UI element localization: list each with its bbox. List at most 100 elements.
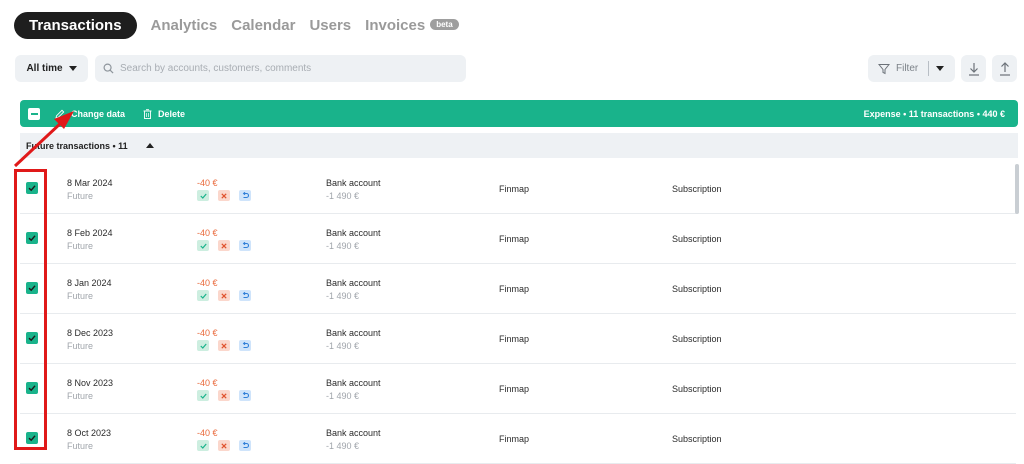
- annotation-highlight-box: [14, 169, 47, 450]
- repeat-button[interactable]: [239, 340, 251, 351]
- delete-button[interactable]: Delete: [143, 109, 185, 119]
- search-icon: [103, 63, 114, 74]
- upload-button[interactable]: [992, 55, 1017, 82]
- row-account: Bank account: [326, 178, 381, 188]
- row-balance: -1 490 €: [326, 391, 360, 401]
- row-date: 8 Feb 2024: [67, 228, 113, 238]
- search-input[interactable]: Search by accounts, customers, comments: [95, 55, 466, 82]
- row-amount: -40 €: [197, 178, 218, 188]
- row-amount: -40 €: [197, 228, 218, 238]
- scrollbar[interactable]: [1015, 164, 1019, 214]
- selection-summary: Expense • 11 transactions • 440 €: [863, 108, 1005, 119]
- table-row[interactable]: 8 Nov 2023 Future -40 € Bank account -1 …: [20, 364, 1016, 414]
- row-status: Future: [67, 391, 94, 401]
- row-amount: -40 €: [197, 428, 218, 438]
- table-row[interactable]: 8 Dec 2023 Future -40 € Bank account -1 …: [20, 314, 1016, 364]
- row-balance: -1 490 €: [326, 241, 360, 251]
- select-all-checkbox[interactable]: [28, 107, 40, 120]
- trash-icon: [143, 108, 152, 119]
- repeat-button[interactable]: [239, 440, 251, 451]
- repeat-button[interactable]: [239, 190, 251, 201]
- confirm-button[interactable]: [197, 190, 209, 201]
- filter-label: Filter: [896, 63, 919, 74]
- reject-button[interactable]: [218, 440, 230, 451]
- transactions-list: 8 Mar 2024 Future -40 € Bank account -1 …: [20, 164, 1016, 464]
- undo-icon: [242, 192, 249, 199]
- undo-icon: [242, 392, 249, 399]
- reject-button[interactable]: [218, 390, 230, 401]
- undo-icon: [242, 442, 249, 449]
- search-placeholder: Search by accounts, customers, comments: [120, 63, 312, 74]
- tab-users[interactable]: Users: [309, 17, 351, 34]
- chevron-down-icon[interactable]: [936, 66, 945, 71]
- table-row[interactable]: 8 Jan 2024 Future -40 € Bank account -1 …: [20, 264, 1016, 314]
- table-row[interactable]: 8 Mar 2024 Future -40 € Bank account -1 …: [20, 164, 1016, 214]
- filter-divider: [928, 61, 930, 76]
- check-icon: [199, 193, 207, 199]
- download-icon: [968, 62, 979, 76]
- row-amount: -40 €: [197, 378, 218, 388]
- table-row[interactable]: 8 Oct 2023 Future -40 € Bank account -1 …: [20, 414, 1016, 464]
- check-icon: [199, 393, 207, 399]
- row-status: Future: [67, 241, 94, 251]
- reject-button[interactable]: [218, 290, 230, 301]
- row-date: 8 Nov 2023: [67, 378, 114, 388]
- tab-analytics[interactable]: Analytics: [151, 17, 218, 34]
- check-icon: [199, 343, 207, 349]
- reject-button[interactable]: [218, 340, 230, 351]
- group-header-future[interactable]: Future transactions • 11: [20, 133, 1018, 158]
- tab-calendar[interactable]: Calendar: [231, 17, 295, 34]
- change-data-button[interactable]: Change data: [55, 109, 125, 119]
- bulk-action-bar: Change data Delete Expense • 11 transact…: [20, 100, 1018, 127]
- reject-button[interactable]: [218, 240, 230, 251]
- period-select[interactable]: All time: [15, 55, 88, 82]
- check-icon: [199, 443, 207, 449]
- row-account: Bank account: [326, 428, 381, 438]
- tab-transactions[interactable]: Transactions: [14, 11, 137, 39]
- close-icon: [221, 292, 227, 299]
- row-balance: -1 490 €: [326, 291, 360, 301]
- undo-icon: [242, 292, 249, 299]
- check-icon: [199, 293, 207, 299]
- row-date: 8 Mar 2024: [67, 178, 113, 188]
- row-counterparty: Finmap: [499, 434, 530, 444]
- group-label: Future transactions • 11: [26, 140, 128, 151]
- confirm-button[interactable]: [197, 290, 209, 301]
- row-counterparty: Finmap: [499, 284, 530, 294]
- undo-icon: [242, 342, 249, 349]
- funnel-icon: [878, 63, 890, 74]
- row-status: Future: [67, 291, 94, 301]
- row-category: Subscription: [672, 284, 722, 294]
- repeat-button[interactable]: [239, 290, 251, 301]
- confirm-button[interactable]: [197, 440, 209, 451]
- row-account: Bank account: [326, 278, 381, 288]
- tab-invoices[interactable]: Invoices: [365, 17, 425, 34]
- upload-icon: [999, 61, 1010, 76]
- row-status: Future: [67, 341, 94, 351]
- download-button[interactable]: [961, 55, 986, 82]
- close-icon: [221, 342, 227, 349]
- reject-button[interactable]: [218, 190, 230, 201]
- row-category: Subscription: [672, 384, 722, 394]
- close-icon: [221, 242, 227, 249]
- filter-button[interactable]: Filter: [868, 55, 955, 82]
- row-account: Bank account: [326, 328, 381, 338]
- confirm-button[interactable]: [197, 340, 209, 351]
- chevron-down-icon: [68, 66, 77, 71]
- row-date: 8 Dec 2023: [67, 328, 114, 338]
- repeat-button[interactable]: [239, 240, 251, 251]
- chevron-up-icon[interactable]: [145, 143, 154, 148]
- row-category: Subscription: [672, 434, 722, 444]
- check-icon: [199, 243, 207, 249]
- undo-icon: [242, 242, 249, 249]
- confirm-button[interactable]: [197, 240, 209, 251]
- table-row[interactable]: 8 Feb 2024 Future -40 € Bank account -1 …: [20, 214, 1016, 264]
- row-category: Subscription: [672, 234, 722, 244]
- confirm-button[interactable]: [197, 390, 209, 401]
- beta-badge: beta: [430, 18, 459, 30]
- change-data-label: Change data: [71, 108, 126, 119]
- period-select-label: All time: [26, 63, 63, 74]
- repeat-button[interactable]: [239, 390, 251, 401]
- row-counterparty: Finmap: [499, 334, 530, 344]
- row-balance: -1 490 €: [326, 341, 360, 351]
